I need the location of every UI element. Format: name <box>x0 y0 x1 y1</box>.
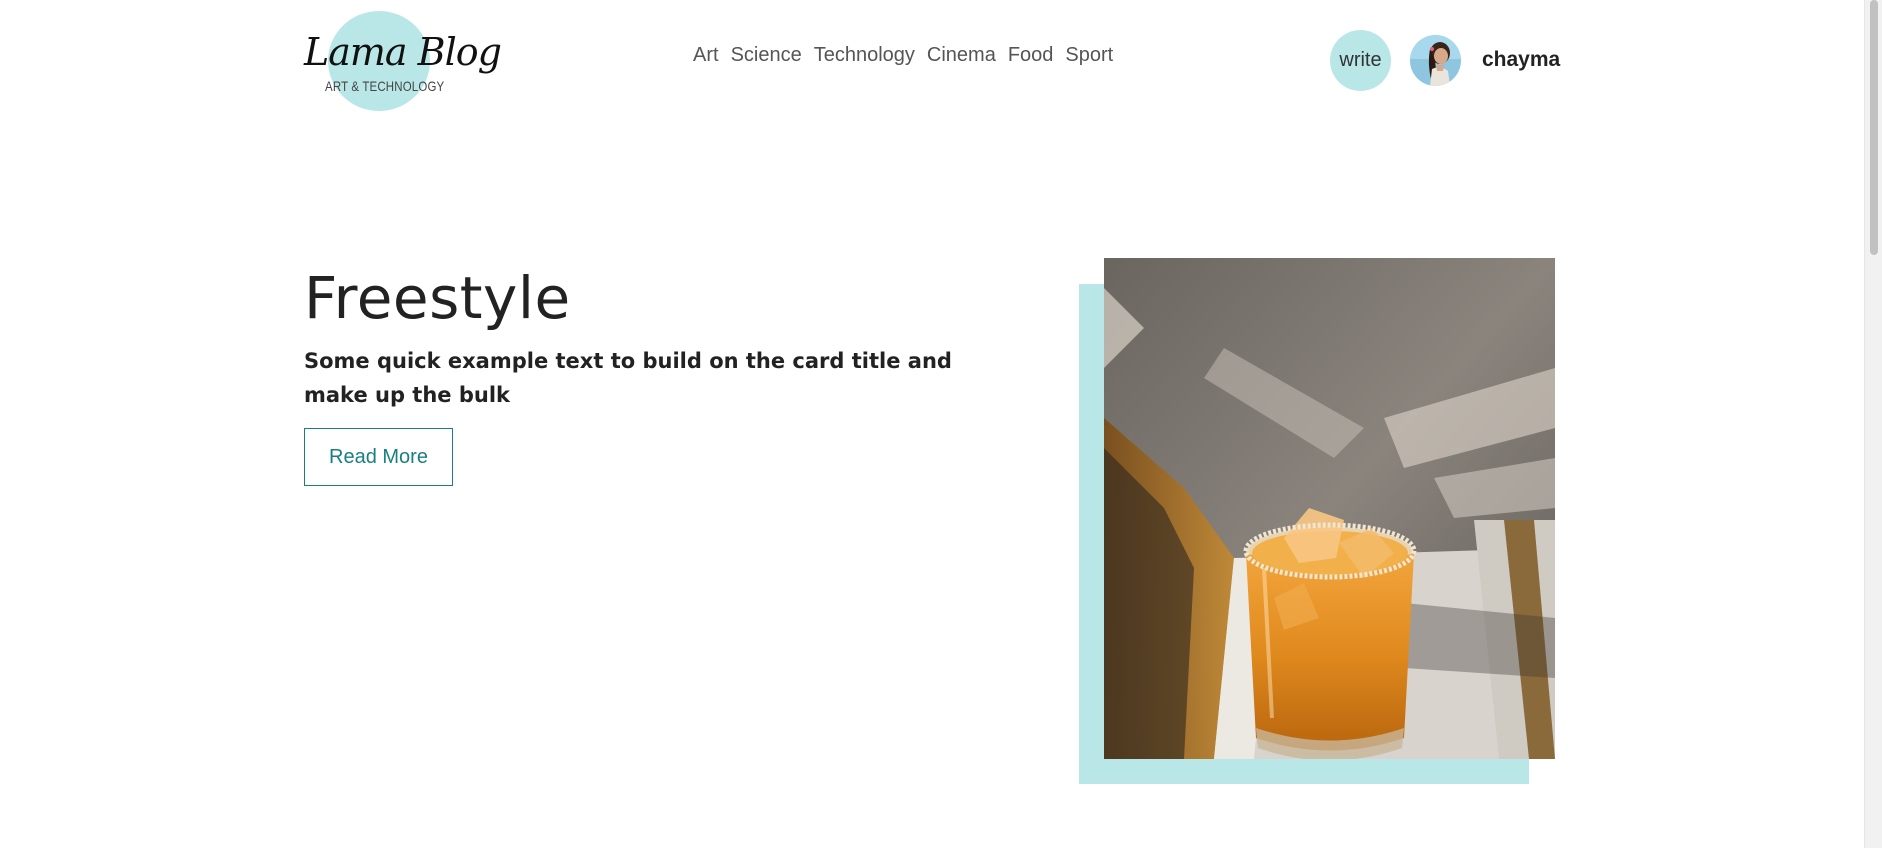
nav-link-sport[interactable]: Sport <box>1065 44 1113 67</box>
nav-link-technology[interactable]: Technology <box>814 44 915 67</box>
nav-links: Art Science Technology Cinema Food Sport <box>693 44 1113 67</box>
user-avatar-icon <box>1410 35 1461 86</box>
nav-link-food[interactable]: Food <box>1008 44 1054 67</box>
post-image <box>1104 258 1555 759</box>
avatar[interactable] <box>1410 35 1461 86</box>
read-more-button[interactable]: Read More <box>304 428 453 486</box>
scrollbar-thumb[interactable] <box>1870 0 1878 255</box>
page: Lama Blog ART & TECHNOLOGY Art Science T… <box>0 0 1882 848</box>
post-content: Freestyle Some quick example text to bui… <box>304 262 1004 412</box>
logo-subtitle: ART & TECHNOLOGY <box>325 78 445 94</box>
page-scrollbar[interactable] <box>1864 0 1882 848</box>
post-description: Some quick example text to build on the … <box>304 349 952 407</box>
nav-link-science[interactable]: Science <box>731 44 802 67</box>
post-title[interactable]: Freestyle <box>304 262 1004 334</box>
nav-link-cinema[interactable]: Cinema <box>927 44 996 67</box>
logo-title: Lama Blog <box>304 30 502 74</box>
iced-orange-drink-icon <box>1104 258 1555 759</box>
write-button[interactable]: write <box>1330 30 1391 91</box>
navbar: Lama Blog ART & TECHNOLOGY Art Science T… <box>304 8 1560 118</box>
nav-link-art[interactable]: Art <box>693 44 719 67</box>
username[interactable]: chayma <box>1482 48 1560 72</box>
logo[interactable]: Lama Blog ART & TECHNOLOGY <box>304 8 502 112</box>
